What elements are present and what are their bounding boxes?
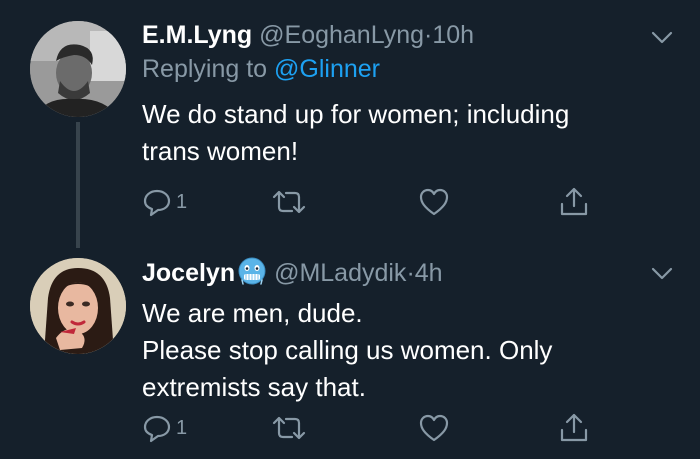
display-name[interactable]: E.M.Lyng [142,21,252,49]
cold-face-emoji-icon [237,256,267,295]
tweet-actions: 1 [142,184,602,220]
display-name[interactable]: Jocelyn [142,259,235,287]
reply-count: 1 [176,416,188,439]
retweet-button[interactable] [270,187,308,217]
tweet-text: We do stand up for women; including tran… [142,96,680,170]
replying-to-mention[interactable]: @Glinner [274,55,380,83]
tweet-2[interactable]: Jocelyn @MLadydik·4h We are men, dude. P… [0,246,700,459]
retweet-icon [272,416,306,440]
tweet-actions: 1 [142,410,602,446]
retweet-button[interactable] [270,413,308,443]
tweet-header: E.M.Lyng @EoghanLyng·10h [142,18,680,52]
tweet-1[interactable]: E.M.Lyng @EoghanLyng·10h Replying to @Gl… [0,0,700,248]
user-photo-avatar-icon [30,21,126,117]
reply-button[interactable]: 1 [142,187,187,217]
tweet-header: Jocelyn @MLadydik·4h [142,256,680,295]
tweet-text-line: extremists say that. [142,372,366,402]
reply-icon [143,415,171,443]
user-handle[interactable]: @EoghanLyng [259,21,424,49]
reply-count: 1 [176,190,188,213]
tweet-content: E.M.Lyng @EoghanLyng·10h Replying to @Gl… [142,18,680,170]
share-button[interactable] [558,186,590,218]
chevron-down-icon[interactable] [650,266,674,282]
thread-connector-line [76,122,80,248]
share-button[interactable] [558,412,590,444]
user-handle[interactable]: @MLadydik [274,259,406,287]
heart-icon [419,188,449,216]
avatar[interactable] [30,21,126,117]
tweet-text: We are men, dude. Please stop calling us… [142,295,680,406]
illustrated-woman-avatar-icon [30,258,126,354]
share-icon [560,187,588,216]
avatar[interactable] [30,258,126,354]
like-button[interactable] [418,187,450,217]
tweet-timestamp[interactable]: 10h [432,21,474,49]
separator-dot: · [406,259,415,287]
share-icon [560,413,588,442]
like-button[interactable] [418,413,450,443]
retweet-icon [272,190,306,214]
chevron-down-icon[interactable] [650,30,674,46]
tweet-text-line: We are men, dude. [142,298,363,328]
replying-to-line: Replying to @Glinner [142,52,680,86]
reply-button[interactable]: 1 [142,413,187,443]
tweet-content: Jocelyn @MLadydik·4h We are men, dude. P… [142,256,680,406]
tweet-timestamp[interactable]: 4h [415,259,443,287]
tweet-text-line: trans women! [142,136,299,166]
tweet-text-line: We do stand up for women; including [142,99,570,129]
reply-icon [143,189,171,217]
heart-icon [419,414,449,442]
replying-to-label: Replying to [142,55,268,83]
tweet-text-line: Please stop calling us women. Only [142,335,553,365]
